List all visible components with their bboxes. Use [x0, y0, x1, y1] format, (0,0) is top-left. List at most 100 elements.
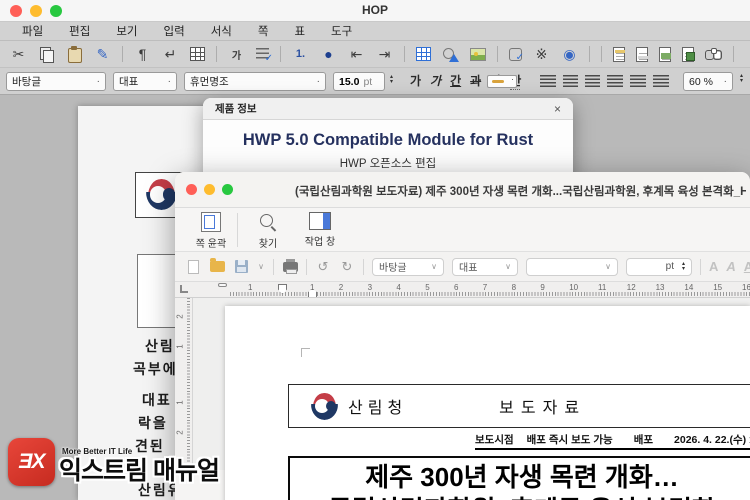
menu-item-서식[interactable]: 서식 [211, 23, 232, 39]
combo-caret-icon: · [96, 76, 100, 87]
ruler-tab-marker[interactable] [218, 283, 227, 287]
menu-item-표[interactable]: 표 [294, 23, 305, 39]
paste-icon[interactable] [66, 45, 83, 63]
document-page[interactable]: 산림청 보도자료 보도시점 배포 즉시 보도 가능 배포 2026. 4. 22… [225, 306, 750, 500]
toolbar-separator [601, 46, 602, 62]
page-outline-button-icon [201, 212, 221, 232]
overflow-dot[interactable]: · [745, 46, 750, 63]
table-icon[interactable] [416, 47, 431, 61]
task-pane-button[interactable]: 작업 창 [294, 212, 346, 248]
page-outline-button[interactable]: 쪽 윤곽 [185, 212, 237, 250]
strikethrough-button[interactable]: 과 [470, 72, 481, 90]
font-size-stepper[interactable]: ▴ ▾ [390, 74, 393, 84]
indent-icon[interactable]: ⇥ [376, 46, 393, 63]
hyperlink-icon[interactable]: ◉ [561, 46, 578, 63]
line-spacing-icon[interactable] [630, 75, 646, 87]
shapes-icon[interactable] [442, 46, 459, 63]
menu-item-편집[interactable]: 편집 [69, 23, 90, 39]
print-icon[interactable] [282, 258, 298, 275]
headline-line1: 제주 300년 자생 목련 개화… [365, 462, 679, 492]
shape-check-icon[interactable] [509, 47, 524, 63]
ruler-number: 10 [569, 283, 579, 292]
mini-size-field[interactable]: pt ▴ ▾ [626, 257, 692, 276]
format-painter-icon[interactable]: ✎ [94, 46, 111, 63]
watermark-tagline: More Better IT Life [62, 447, 133, 456]
document-edit-area: 2112 산림청 보도자료 보도시점 배포 즉시 보도 가능 배포 2026. … [175, 298, 750, 500]
headline-line2: 국립산림과학원, 후계목 육성 본격화 [290, 494, 750, 500]
doc-chart-icon[interactable] [682, 46, 695, 62]
bullet-icon[interactable]: ● [320, 46, 337, 63]
ruler-number: 11 [598, 283, 607, 292]
zoom-stepper[interactable]: ▴ ▾ [740, 73, 743, 84]
menu-item-보기[interactable]: 보기 [116, 23, 137, 39]
find-button[interactable]: 찾기 [242, 212, 294, 250]
char-map-doc-icon[interactable] [613, 46, 625, 62]
ruler-number: 2 [338, 283, 344, 292]
zoom-combo[interactable]: 60 % · [683, 72, 733, 91]
paragraph-mark-icon[interactable]: ¶ [134, 46, 151, 63]
reference-mark-icon[interactable]: ※ [533, 46, 550, 63]
distribute-icon[interactable] [653, 75, 669, 87]
redo-icon[interactable]: ↻ [339, 259, 355, 275]
mini-size-stepper[interactable]: ▴ ▾ [682, 261, 685, 271]
align-justify-icon[interactable] [607, 75, 623, 87]
italic-button[interactable]: 가 [430, 72, 441, 90]
align-left-icon[interactable] [540, 75, 556, 87]
press-release-header-box: 산림청 보도자료 [288, 384, 750, 428]
copy-icon[interactable] [38, 46, 55, 63]
close-button[interactable] [186, 184, 197, 195]
doc-lines-icon[interactable] [636, 46, 648, 62]
align-right-icon[interactable] [585, 75, 600, 87]
grid-icon[interactable] [190, 47, 205, 61]
doc-green-icon[interactable] [659, 46, 671, 62]
menu-item-파일[interactable]: 파일 [22, 23, 43, 39]
underline-button[interactable]: 간 [450, 72, 461, 90]
line-break-icon[interactable]: ↵ [162, 46, 179, 63]
checklist-icon[interactable] [256, 48, 273, 64]
save-icon[interactable] [233, 259, 249, 275]
font-color-picker[interactable] [487, 74, 517, 88]
mini-shape-value: 대표 [459, 263, 478, 274]
zoom-button[interactable] [222, 184, 233, 195]
open-folder-icon[interactable] [209, 258, 225, 275]
mini-style-combo[interactable]: 바탕글 ∨ [372, 257, 444, 276]
menu-item-쪽[interactable]: 쪽 [258, 23, 269, 39]
minimize-button[interactable] [204, 184, 215, 195]
menu-item-도구[interactable]: 도구 [331, 23, 352, 39]
mini-shape-combo[interactable]: 대표 ∨ [452, 257, 518, 276]
press-meta-row: 보도시점 배포 즉시 보도 가능 배포 2026. 4. 22.(수) 1 [475, 430, 750, 450]
align-center-icon[interactable] [563, 75, 578, 87]
new-document-icon[interactable] [185, 259, 201, 275]
shape-combo[interactable]: 대표 · [113, 72, 177, 91]
underline-icon[interactable]: A [744, 259, 750, 274]
toolbar-separator [122, 46, 123, 62]
numbering-icon[interactable]: 1. [292, 46, 309, 63]
dialog-titlebar: 제품 정보 × [203, 98, 573, 120]
mini-font-combo[interactable]: ∨ [526, 257, 618, 276]
undo-icon[interactable]: ↺ [315, 259, 331, 275]
dialog-close-icon[interactable]: × [554, 102, 561, 116]
screen: HOP 파일 편집 보기 입력 서식 쪽 표 도구 ✂ ✎ ¶ ↵ 가 1. ● ⇤ ⇥ ※ ◉ · 바탕글 · 대표… [0, 0, 750, 500]
image-icon[interactable] [470, 47, 486, 61]
font-size-value: 15.0 [339, 75, 360, 88]
shape-combo-value: 대표 [119, 76, 139, 88]
font-combo[interactable]: 휴먼명조 · [184, 72, 326, 91]
outdent-icon[interactable]: ⇤ [348, 46, 365, 63]
zoom-value: 60 % [689, 75, 713, 88]
combo-caret-icon: · [316, 76, 320, 87]
find-replace-icon[interactable] [705, 46, 722, 63]
menu-item-입력[interactable]: 입력 [164, 23, 185, 39]
bold-button[interactable]: 가 [410, 72, 421, 90]
ruler-number: 14 [684, 283, 694, 292]
document-window: (국립산림과학원 보도자료) 제주 300년 자생 목련 개화...국립산림과학… [175, 172, 750, 500]
style-combo[interactable]: 바탕글 · [6, 72, 106, 91]
font-size-field[interactable]: 15.0 pt [333, 72, 385, 91]
save-caret-icon[interactable]: ∨ [257, 259, 265, 275]
separator [306, 258, 307, 275]
cut-icon[interactable]: ✂ [10, 46, 27, 63]
char-shape-icon[interactable]: 가 [228, 46, 245, 63]
bold-icon[interactable]: A [709, 259, 718, 274]
separator [363, 258, 364, 275]
italic-icon[interactable]: A [726, 259, 735, 274]
font-size-unit: pt [363, 75, 373, 88]
